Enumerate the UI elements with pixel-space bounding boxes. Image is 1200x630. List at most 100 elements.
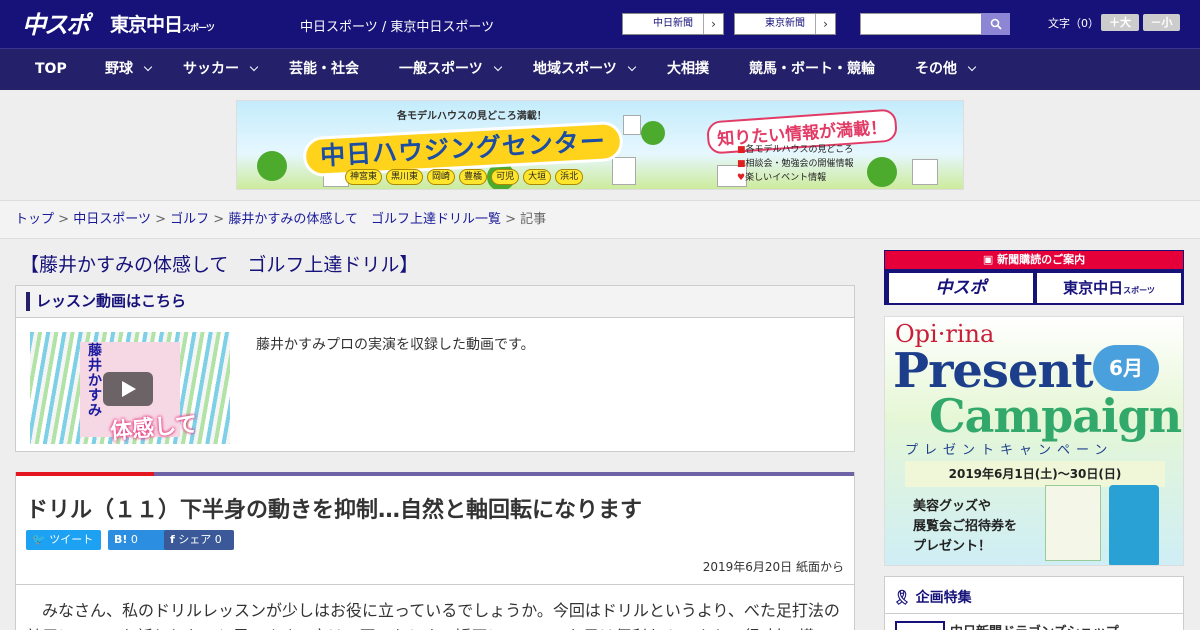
ad-text: 美容グッズや 展覧会ご招待券を プレゼント！ <box>913 497 1017 557</box>
feature-heading: 🎗 企画特集 <box>893 587 972 607</box>
search-button[interactable] <box>981 13 1010 35</box>
tokyo-shimbun-label: 東京新聞 <box>765 18 805 29</box>
divider <box>885 613 1183 614</box>
nav-item-other[interactable]: その他 <box>915 49 977 91</box>
chevron-down-icon <box>627 62 636 72</box>
nav-item-label: 一般スポーツ <box>399 61 483 77</box>
newspaper-icon: ▣ <box>982 253 994 266</box>
breadcrumb-separator: > <box>505 212 517 227</box>
present-campaign-ad[interactable]: Opi·rina 6月 Present Campaign プレゼントキャンペーン… <box>884 316 1184 566</box>
ad-product-bottle <box>1109 485 1159 565</box>
search-input[interactable] <box>860 13 1010 35</box>
feature-item-link[interactable]: 中日新聞ドラゴンズショップ <box>950 621 1119 630</box>
banner-top-text: 各モデルハウスの見どころ満載！ <box>397 111 547 122</box>
font-larger-button[interactable]: ＋大 <box>1101 14 1139 31</box>
tweet-label: ツイート <box>49 533 94 546</box>
lesson-video-box: レッスン動画はこちら 藤井かすみ 体感して 藤井かすみプロの実演を収録した動画で… <box>15 285 855 452</box>
breadcrumb-link-top[interactable]: トップ <box>15 212 54 227</box>
banner-city: 神宮東 <box>345 169 383 185</box>
subscription-box: ▣ 新聞購読のご案内 中スポ 東京中日スポーツ <box>884 250 1184 305</box>
subscribe-tokyo-chunichi-button[interactable]: 東京中日スポーツ <box>1037 273 1181 303</box>
ribbon-icon: 🎗 <box>893 590 911 606</box>
banner-feature-list: ■各モデルハウスの見どころ ■相談会・勉強会の開催情報 ♥楽しいイベント情報 <box>737 143 854 185</box>
ad-text-line: 展覧会ご招待券を <box>913 519 1018 534</box>
chevron-right-icon: › <box>815 14 835 34</box>
tree-decoration <box>641 121 665 145</box>
nav-item-label: その他 <box>915 61 957 77</box>
breadcrumb-current: 記事 <box>520 212 547 227</box>
site-header: 中スポ 東京中日スポーツ 中日スポーツ / 東京中日スポーツ 中日新聞 › 東京新… <box>0 0 1200 48</box>
page-title: 【藤井かすみの体感して ゴルフ上達ドリル】 <box>20 254 419 276</box>
article-date: 2019年6月20日 紙面から <box>702 560 844 574</box>
breadcrumb-separator: > <box>155 212 166 227</box>
tokyo-shimbun-button[interactable]: 東京新聞 › <box>734 13 836 35</box>
lesson-video-description: 藤井かすみプロの実演を収録した動画です。 <box>256 337 535 353</box>
nav-item-label: 競馬・ボート・競輪 <box>749 61 875 77</box>
ad-text-line: 美容グッズや <box>913 499 992 514</box>
lesson-video-thumbnail[interactable]: 藤井かすみ 体感して <box>30 332 230 444</box>
nav-item-top[interactable]: TOP <box>35 49 67 91</box>
nav-item-label: サッカー <box>183 61 239 77</box>
tokyo-chunichi-logo-text: 東京中日 <box>110 14 183 36</box>
play-icon[interactable] <box>103 372 153 406</box>
house-decoration <box>623 115 641 135</box>
housing-center-banner[interactable]: 各モデルハウスの見どころ満載！ 中日ハウジングセンター 知りたい情報が満載！ ■… <box>236 100 964 190</box>
breadcrumb-link-series[interactable]: 藤井かすみの体感して ゴルフ上達ドリル一覧 <box>228 212 501 227</box>
tree-decoration <box>867 157 897 187</box>
nav-item-label: 大相撲 <box>667 61 709 77</box>
nav-item-racing[interactable]: 競馬・ボート・競輪 <box>749 49 875 91</box>
ad-text-line: プレゼント！ <box>913 539 992 554</box>
chunichi-shimbun-button[interactable]: 中日新聞 › <box>622 13 724 35</box>
subscribe-tokyo-chunichi-label: 東京中日 <box>1063 279 1124 297</box>
site-link[interactable]: 中日スポーツ / 東京中日スポーツ <box>300 16 494 35</box>
breadcrumb: トップ > 中日スポーツ > ゴルフ > 藤井かすみの体感して ゴルフ上達ドリル… <box>0 200 1200 239</box>
ad-product-box <box>1045 485 1101 561</box>
chuspo-logo[interactable]: 中スポ <box>22 5 90 40</box>
subscription-heading: ▣ 新聞購読のご案内 <box>885 251 1183 269</box>
subscription-heading-text: 新聞購読のご案内 <box>997 253 1086 266</box>
nav-item-sumo[interactable]: 大相撲 <box>667 49 709 91</box>
chevron-down-icon <box>249 62 259 72</box>
chevron-down-icon <box>493 62 502 72</box>
subscribe-tokyo-chunichi-small: スポーツ <box>1123 286 1155 295</box>
facebook-share-button[interactable]: f シェア 0 <box>164 530 234 550</box>
breadcrumb-link-golf[interactable]: ゴルフ <box>170 212 209 227</box>
feature-box: 🎗 企画特集 中日新聞ドラゴンズショップ <box>884 576 1184 630</box>
banner-feature-item: ■各モデルハウスの見どころ <box>737 143 854 157</box>
tokyo-chunichi-logo-small: スポーツ <box>182 24 215 34</box>
nav-item-soccer[interactable]: サッカー <box>183 49 259 91</box>
heart-icon: ♥ <box>737 173 746 183</box>
nav-item-general-sports[interactable]: 一般スポーツ <box>399 49 502 91</box>
font-smaller-button[interactable]: －小 <box>1143 14 1180 31</box>
nav-item-label: 野球 <box>105 61 133 77</box>
nav-item-baseball[interactable]: 野球 <box>105 49 153 91</box>
chevron-right-icon: › <box>703 14 723 34</box>
tweet-button[interactable]: 🐦 ツイート <box>26 530 101 550</box>
banner-city: 浜北 <box>555 169 584 185</box>
article-body: みなさん、私のドリルレッスンが少しはお役に立っているでしょうか。今回はドリルとい… <box>26 601 840 630</box>
article-title: ドリル（１１）下半身の動きを抑制…自然と軸回転になります <box>26 498 643 523</box>
chunichi-shimbun-label: 中日新聞 <box>653 18 693 29</box>
square-icon: ■ <box>737 159 746 169</box>
nav-item-entertainment[interactable]: 芸能・社会 <box>289 49 359 91</box>
banner-feature-item: ♥楽しいイベント情報 <box>737 171 854 185</box>
tokyo-chunichi-logo[interactable]: 東京中日スポーツ <box>110 10 215 37</box>
subscribe-chuspo-button[interactable]: 中スポ <box>889 273 1033 303</box>
nav-item-label: TOP <box>35 61 67 77</box>
breadcrumb-separator: > <box>58 212 70 227</box>
nav-item-label: 芸能・社会 <box>289 61 359 77</box>
banner-feature-label: 相談会・勉強会の開催情報 <box>745 159 854 169</box>
facebook-icon: f <box>170 533 175 546</box>
house-icon: ■ <box>737 145 746 155</box>
lesson-video-heading: レッスン動画はこちら <box>16 286 854 318</box>
ad-campaign-text: Campaign <box>929 389 1182 443</box>
feature-thumbnail[interactable] <box>895 621 945 630</box>
breadcrumb-link-chuspo[interactable]: 中日スポーツ <box>73 212 151 227</box>
house-decoration <box>912 159 938 185</box>
banner-city: 大垣 <box>523 169 552 185</box>
hatena-icon: B! <box>114 533 128 546</box>
banner-city: 可児 <box>491 169 520 185</box>
nav-item-local-sports[interactable]: 地域スポーツ <box>533 49 636 91</box>
ad-month-badge: 6月 <box>1093 345 1159 391</box>
search-icon <box>990 18 1002 30</box>
